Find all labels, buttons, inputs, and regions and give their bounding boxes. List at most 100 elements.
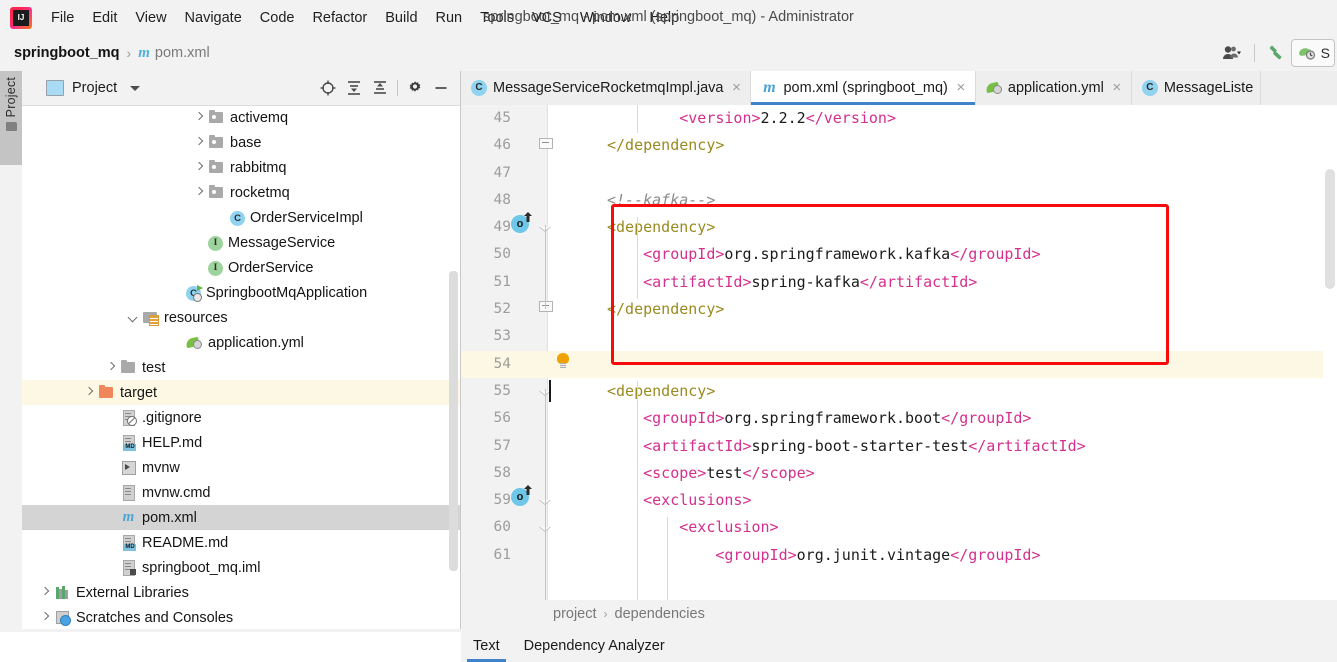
editor-scrollbar[interactable] bbox=[1323, 139, 1337, 600]
code-line-45[interactable]: 45 <version>2.2.2</version> bbox=[461, 105, 1337, 132]
breadcrumb-item-project[interactable]: project bbox=[553, 606, 597, 622]
chevron-right-icon[interactable] bbox=[193, 161, 206, 174]
chevron-down-icon[interactable] bbox=[127, 311, 140, 324]
menu-window[interactable]: Window bbox=[571, 6, 641, 30]
tree-item-scratches-and-consoles[interactable]: Scratches and Consoles bbox=[22, 605, 460, 630]
code-line-58[interactable]: 58 <scope>test</scope> bbox=[461, 460, 1337, 487]
editor-tab-pom-xml[interactable]: m pom.xml (springboot_mq) × bbox=[751, 71, 976, 105]
scrollbar-thumb[interactable] bbox=[449, 271, 458, 571]
tree-item-orderservice[interactable]: I OrderService bbox=[22, 255, 460, 280]
chevron-right-icon[interactable] bbox=[105, 361, 118, 374]
menu-refactor[interactable]: Refactor bbox=[303, 6, 376, 30]
code-line-55[interactable]: 55 <dependency> bbox=[461, 378, 1337, 405]
code-line-51[interactable]: 51 <artifactId>spring-kafka</artifactId> bbox=[461, 269, 1337, 296]
tree-item-orderserviceimpl[interactable]: C OrderServiceImpl bbox=[22, 205, 460, 230]
maven-dependency-icon[interactable]: o bbox=[511, 485, 532, 506]
navbar-file-name[interactable]: pom.xml bbox=[155, 45, 210, 61]
project-panel-title: Project bbox=[72, 80, 118, 96]
tree-item-readme-md[interactable]: MD README.md bbox=[22, 530, 460, 555]
code-line-48[interactable]: 48 <!--kafka--> bbox=[461, 187, 1337, 214]
menu-run[interactable]: Run bbox=[427, 6, 472, 30]
maven-dependency-icon[interactable]: o bbox=[511, 212, 532, 233]
code-line-53[interactable]: 53 bbox=[461, 323, 1337, 350]
project-tree-scrollbar[interactable] bbox=[449, 271, 458, 571]
project-tree[interactable]: activemq base rabbitmq rocketmq C OrderServic… bbox=[22, 105, 460, 632]
tree-item-messageservice[interactable]: I MessageService bbox=[22, 230, 460, 255]
code-line-59[interactable]: 59 <exclusions> bbox=[461, 487, 1337, 514]
tree-item-activemq[interactable]: activemq bbox=[22, 105, 460, 130]
tree-item-label: application.yml bbox=[208, 334, 304, 351]
chevron-right-icon[interactable] bbox=[193, 136, 206, 149]
tree-item-mvnw[interactable]: mvnw bbox=[22, 455, 460, 480]
code-line-47[interactable]: 47 bbox=[461, 160, 1337, 187]
intention-bulb-icon[interactable] bbox=[556, 353, 570, 369]
close-icon[interactable]: × bbox=[729, 80, 743, 95]
tree-item-resources[interactable]: resources bbox=[22, 305, 460, 330]
menu-code[interactable]: Code bbox=[251, 6, 304, 30]
tree-item-rabbitmq[interactable]: rabbitmq bbox=[22, 155, 460, 180]
code-lines[interactable]: 45 <version>2.2.2</version> 46 </dependenc… bbox=[461, 105, 1337, 569]
tree-item-gitignore[interactable]: .gitignore bbox=[22, 405, 460, 430]
tab-label: application.yml bbox=[1007, 80, 1104, 96]
breadcrumb-item-dependencies[interactable]: dependencies bbox=[615, 606, 705, 622]
code-line-61[interactable]: 61 <groupId>org.junit.vintage</groupId> bbox=[461, 542, 1337, 569]
tree-item-springboot-mq-iml[interactable]: springboot_mq.iml bbox=[22, 555, 460, 580]
chevron-down-icon[interactable] bbox=[130, 85, 141, 91]
tree-item-base[interactable]: base bbox=[22, 130, 460, 155]
close-icon[interactable]: × bbox=[954, 80, 968, 95]
tree-item-test[interactable]: test bbox=[22, 355, 460, 380]
code-line-56[interactable]: 56 <groupId>org.springframework.boot</gr… bbox=[461, 405, 1337, 432]
tree-item-mvnw-cmd[interactable]: mvnw.cmd bbox=[22, 480, 460, 505]
code-line-49[interactable]: 49 <dependency> bbox=[461, 214, 1337, 241]
code-line-54[interactable]: 54 bbox=[461, 350, 1337, 378]
navbar-separator-icon: › bbox=[126, 45, 132, 61]
tree-item-springbootmqapplication[interactable]: C SpringbootMqApplication bbox=[22, 280, 460, 305]
collapse-all-icon[interactable] bbox=[367, 76, 393, 100]
hide-panel-icon[interactable] bbox=[428, 76, 454, 100]
code-editor[interactable]: 45 <version>2.2.2</version> 46 </dependenc… bbox=[461, 105, 1337, 600]
line-content: <exclusions> bbox=[607, 487, 751, 514]
chevron-right-icon[interactable] bbox=[193, 186, 206, 199]
menu-help[interactable]: Help bbox=[640, 6, 688, 30]
select-opened-file-icon[interactable] bbox=[315, 76, 341, 100]
editor-tab-application-yml[interactable]: application.yml × bbox=[976, 71, 1132, 105]
editor-tab-messageservicerocketmqimpl[interactable]: C MessageServiceRocketmqImpl.java × bbox=[461, 71, 752, 105]
menu-tools[interactable]: Tools bbox=[471, 6, 523, 30]
editor-tab-messagelistener[interactable]: C MessageListe bbox=[1132, 71, 1262, 105]
tree-item-help-md[interactable]: MD HELP.md bbox=[22, 430, 460, 455]
code-line-52[interactable]: 52 </dependency> bbox=[461, 296, 1337, 323]
fold-region-line bbox=[545, 225, 547, 309]
fold-marker-collapsed[interactable] bbox=[539, 138, 553, 151]
expand-all-icon[interactable] bbox=[341, 76, 367, 100]
user-account-icon[interactable] bbox=[1218, 40, 1248, 66]
chevron-right-icon[interactable] bbox=[39, 611, 52, 624]
tree-item-target[interactable]: target bbox=[22, 380, 460, 405]
chevron-right-icon[interactable] bbox=[193, 111, 206, 124]
tree-item-rocketmq[interactable]: rocketmq bbox=[22, 180, 460, 205]
tree-item-pom-xml[interactable]: m pom.xml bbox=[22, 505, 460, 530]
code-line-50[interactable]: 50 <groupId>org.springframework.kafka</g… bbox=[461, 241, 1337, 268]
tree-item-application-yml[interactable]: application.yml bbox=[22, 330, 460, 355]
tab-text[interactable]: Text bbox=[461, 631, 512, 662]
menu-edit[interactable]: Edit bbox=[83, 6, 126, 30]
scrollbar-thumb[interactable] bbox=[1325, 169, 1335, 289]
code-line-60[interactable]: 60 <exclusion> bbox=[461, 514, 1337, 541]
settings-gear-icon[interactable] bbox=[402, 76, 428, 100]
build-hammer-icon[interactable] bbox=[1261, 40, 1291, 66]
navbar-project-name[interactable]: springboot_mq bbox=[14, 45, 120, 61]
tree-item-label: mvnw bbox=[142, 459, 180, 476]
chevron-right-icon[interactable] bbox=[39, 586, 52, 599]
close-icon[interactable]: × bbox=[1110, 80, 1124, 95]
tab-dependency-analyzer[interactable]: Dependency Analyzer bbox=[512, 631, 677, 662]
menu-build[interactable]: Build bbox=[376, 6, 426, 30]
menu-navigate[interactable]: Navigate bbox=[176, 6, 251, 30]
menu-vcs[interactable]: VCS bbox=[523, 6, 571, 30]
code-line-46[interactable]: 46 </dependency> bbox=[461, 132, 1337, 159]
menu-view[interactable]: View bbox=[126, 6, 175, 30]
tree-item-external-libraries[interactable]: External Libraries bbox=[22, 580, 460, 605]
chevron-right-icon[interactable] bbox=[83, 386, 96, 399]
menu-file[interactable]: File bbox=[42, 6, 83, 30]
tool-stripe-project-button[interactable]: Project bbox=[0, 71, 22, 165]
code-line-57[interactable]: 57 <artifactId>spring-boot-starter-test<… bbox=[461, 433, 1337, 460]
run-configuration-selector[interactable]: S bbox=[1290, 39, 1335, 67]
